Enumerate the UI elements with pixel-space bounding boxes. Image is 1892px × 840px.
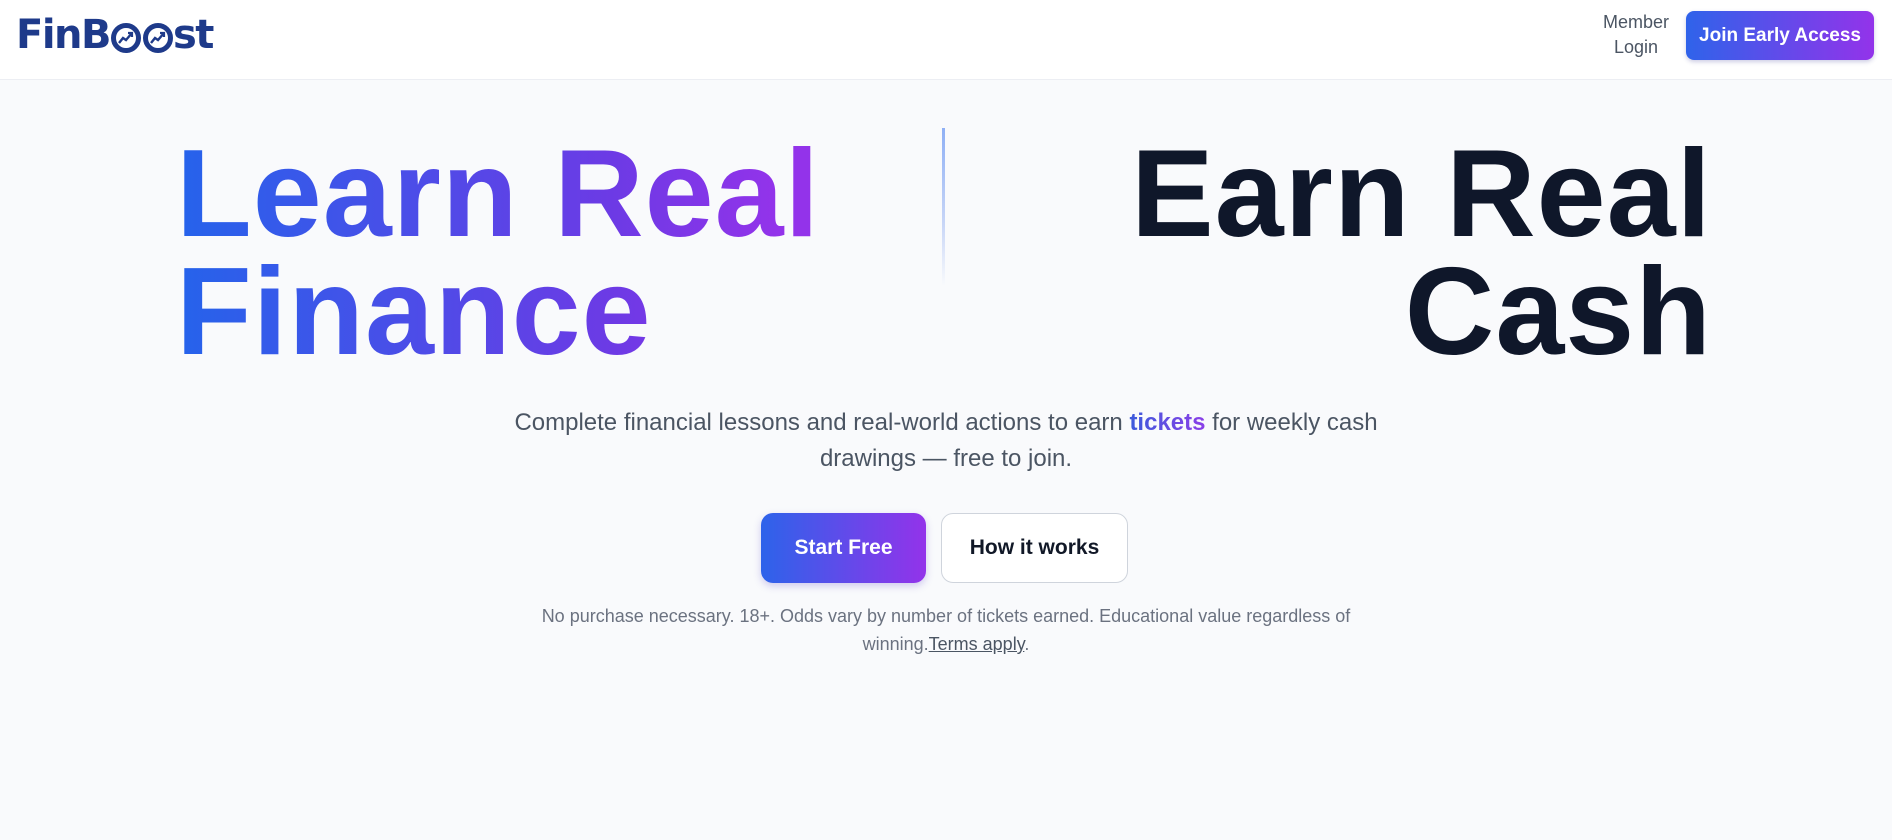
headline-earn-line2: Cash [1404, 243, 1712, 381]
join-early-access-button[interactable]: Join Early Access [1686, 11, 1874, 60]
chart-up-icon [143, 23, 173, 53]
headline-learn: Learn Real Finance [176, 135, 976, 371]
headline-divider [942, 128, 945, 286]
disclaimer-period: . [1024, 634, 1030, 654]
headline-earn: Earn Real Cash [1000, 125, 1712, 381]
terms-apply-link[interactable]: Terms apply [929, 634, 1025, 654]
headline-learn-line1: Learn Real [176, 125, 821, 263]
member-login-link[interactable]: Member Login [1590, 10, 1682, 60]
logo-text-suffix: st [173, 12, 214, 58]
chart-up-icon [111, 23, 141, 53]
finboost-logo[interactable]: FinB st [16, 10, 214, 60]
legal-disclaimer: No purchase necessary. 18+. Odds vary by… [515, 602, 1377, 658]
headline-earn-line1: Earn Real [1130, 125, 1712, 263]
subtitle-text-before: Complete financial lessons and real-worl… [514, 409, 1130, 436]
member-login-line1: Member [1602, 12, 1669, 32]
how-it-works-button[interactable]: How it works [941, 513, 1128, 583]
subtitle-tickets-highlight: tickets [1129, 409, 1206, 436]
top-nav: FinB st Member Login Join Early Access [0, 0, 1892, 80]
headline-learn-line2: Finance [176, 243, 652, 381]
start-free-button[interactable]: Start Free [761, 513, 926, 583]
member-login-line2: Login [1613, 37, 1659, 57]
logo-text-prefix: FinB [16, 12, 112, 58]
hero-subtitle: Complete financial lessons and real-worl… [490, 405, 1402, 477]
